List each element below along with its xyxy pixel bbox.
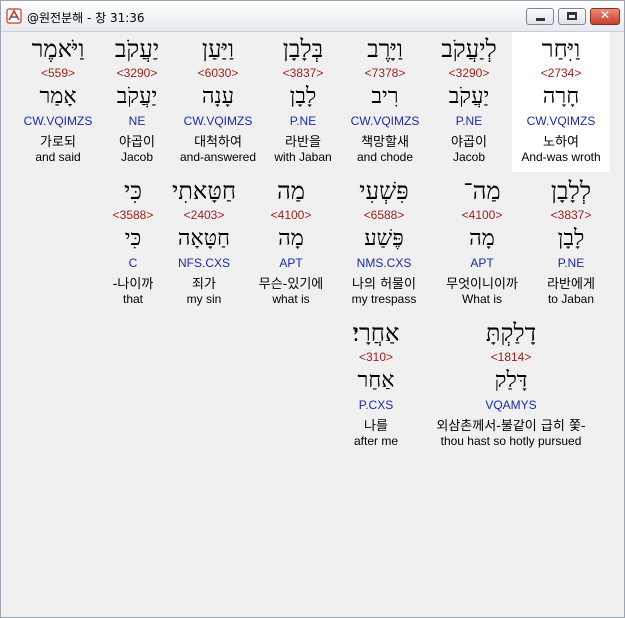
- morphology-code: CW.VQIMZS: [23, 114, 93, 128]
- korean-gloss: 라반에게: [547, 277, 595, 292]
- word-cell[interactable]: דָלַקְתָּ <1814> דָּלַק VQAMYS 외삼촌께서-불같이…: [436, 316, 585, 456]
- korean-gloss: 나를: [364, 419, 388, 434]
- korean-gloss: -나이까: [112, 277, 154, 292]
- word-cell[interactable]: לְלָבָן <3837> לָבָן P.NE 라반에게 to Jaban: [531, 174, 611, 314]
- interlinear-panel: וַיִּחַר <2734> חָרָה CW.VQIMZS 노하여 And-…: [6, 32, 620, 614]
- hebrew-word: מַה־: [463, 177, 501, 205]
- hebrew-root: פֶּשַׁע: [364, 226, 404, 251]
- korean-gloss: 무엇이니이까: [446, 277, 518, 292]
- korean-gloss: 외삼촌께서-불같이 급히 쫓-: [436, 419, 586, 434]
- word-cell[interactable]: פִּשְׁעִי <6588> פֶּשַׁע NMS.CXS 나의 허물이 …: [344, 174, 424, 314]
- app-logo-icon: [6, 8, 22, 24]
- verse-row-3: דָלַקְתָּ <1814> דָּלַק VQAMYS 외삼촌께서-불같이…: [6, 316, 620, 456]
- verse-row-1: וַיִּחַר <2734> חָרָה CW.VQIMZS 노하여 And-…: [6, 32, 620, 172]
- english-gloss: my trespass: [351, 292, 417, 306]
- word-cell[interactable]: אַחֲרָי׃ <310> אַחַר P.CXS 나를 after me: [336, 316, 416, 456]
- strong-number[interactable]: <1814>: [406, 350, 616, 364]
- hebrew-word: פִּשְׁעִי: [359, 177, 409, 205]
- strong-number[interactable]: <4100>: [241, 208, 341, 222]
- english-gloss: And-was wroth: [521, 150, 601, 164]
- morphology-code: CW.VQIMZS: [526, 114, 596, 128]
- strong-number[interactable]: <3588>: [83, 208, 183, 222]
- close-icon: ✕: [599, 8, 611, 22]
- hebrew-root: מָה: [469, 226, 495, 251]
- strong-number[interactable]: <3837>: [253, 66, 353, 80]
- hebrew-word: בְּלָבָן: [282, 35, 324, 63]
- morphology-code: P.NE: [557, 256, 585, 270]
- english-gloss: that: [122, 292, 143, 306]
- minimize-button[interactable]: [526, 8, 554, 25]
- strong-number[interactable]: <559>: [8, 66, 108, 80]
- morphology-code: APT: [279, 256, 303, 270]
- hebrew-word: דָלַקְתָּ: [485, 319, 537, 347]
- word-cell[interactable]: וַיִּחַר <2734> חָרָה CW.VQIMZS 노하여 And-…: [512, 32, 610, 172]
- word-cell[interactable]: וַיַּעַן <6030> עָנָה CW.VQIMZS 대척하여 and…: [178, 32, 258, 172]
- strong-number[interactable]: <6588>: [334, 208, 434, 222]
- strong-number[interactable]: <2734>: [511, 66, 611, 80]
- morphology-code: VQAMYS: [485, 398, 537, 412]
- english-gloss: with Jaban: [274, 150, 332, 164]
- hebrew-root: כִּי: [124, 226, 142, 251]
- word-cell[interactable]: וַיֹּאמֶר <559> אָמַר CW.VQIMZS 가로되 and …: [18, 32, 98, 172]
- korean-gloss: 가로되: [40, 135, 76, 150]
- morphology-code: APT: [470, 256, 494, 270]
- korean-gloss: 무슨-있기에: [258, 277, 324, 292]
- morphology-code: P.NE: [289, 114, 317, 128]
- word-cell[interactable]: מַה <4100> מָה APT 무슨-있기에 what is: [251, 174, 331, 314]
- english-gloss: thou hast so hotly pursued: [440, 434, 582, 448]
- word-cell[interactable]: יַעֲקֹב <3290> יַעֲקֹב NE 야곱이 Jacob: [97, 32, 177, 172]
- korean-gloss: 라반을: [285, 135, 321, 150]
- korean-gloss: 노하여: [543, 135, 579, 150]
- hebrew-word: כִּי: [123, 177, 143, 205]
- hebrew-root: אַחַר: [357, 368, 395, 393]
- title-bar[interactable]: @원전분해 - 창 31:36 ✕: [1, 1, 624, 32]
- hebrew-root: אָמַר: [39, 84, 77, 109]
- hebrew-root: לָבָן: [289, 84, 317, 109]
- morphology-code: NMS.CXS: [356, 256, 412, 270]
- word-cell[interactable]: וַיָּרֶב <7378> רִיב CW.VQIMZS 책망할새 and …: [345, 32, 425, 172]
- hebrew-word: וַיֹּאמֶר: [31, 35, 85, 63]
- morphology-code: P.CXS: [358, 398, 394, 412]
- word-cell[interactable]: בְּלָבָן <3837> לָבָן P.NE 라반을 with Jaba…: [263, 32, 343, 172]
- word-cell[interactable]: מַה־ <4100> מָה APT 무엇이니이까 What is: [442, 174, 522, 314]
- strong-number[interactable]: <3837>: [521, 208, 621, 222]
- strong-number[interactable]: <4100>: [432, 208, 532, 222]
- word-cell[interactable]: לְיַעֲקֹב <3290> יַעֲקֹב P.NE 야곱이 Jacob: [429, 32, 509, 172]
- hebrew-root: חָרָה: [542, 84, 580, 109]
- hebrew-root: מָה: [278, 226, 304, 251]
- hebrew-word: לְלָבָן: [550, 177, 592, 205]
- hebrew-word: וַיִּחַר: [541, 35, 581, 63]
- close-button[interactable]: ✕: [590, 8, 620, 25]
- strong-number[interactable]: <310>: [326, 350, 426, 364]
- english-gloss: what is: [272, 292, 310, 306]
- maximize-icon: [567, 12, 577, 20]
- hebrew-root: דָּלַק: [494, 368, 528, 393]
- minimize-icon: [536, 18, 545, 21]
- hebrew-root: לָבָן: [557, 226, 585, 251]
- maximize-button[interactable]: [558, 8, 586, 25]
- english-gloss: to Jaban: [547, 292, 595, 306]
- hebrew-word: אַחֲרָי׃: [352, 319, 400, 347]
- korean-gloss: 나의 허물이: [352, 277, 416, 292]
- window-title: @원전분해 - 창 31:36: [27, 11, 145, 25]
- word-cell[interactable]: כִּי <3588> כִּי C -나이까 that: [93, 174, 173, 314]
- english-gloss: and said: [35, 150, 81, 164]
- verse-row-2: לְלָבָן <3837> לָבָן P.NE 라반에게 to Jaban …: [6, 174, 620, 314]
- english-gloss: after me: [353, 434, 398, 448]
- morphology-code: C: [128, 256, 138, 270]
- hebrew-word: מַה: [276, 177, 306, 205]
- english-gloss: What is: [461, 292, 502, 306]
- main-window: @원전분해 - 창 31:36 ✕ וַיִּחַר <2734> חָרָה …: [0, 0, 625, 618]
